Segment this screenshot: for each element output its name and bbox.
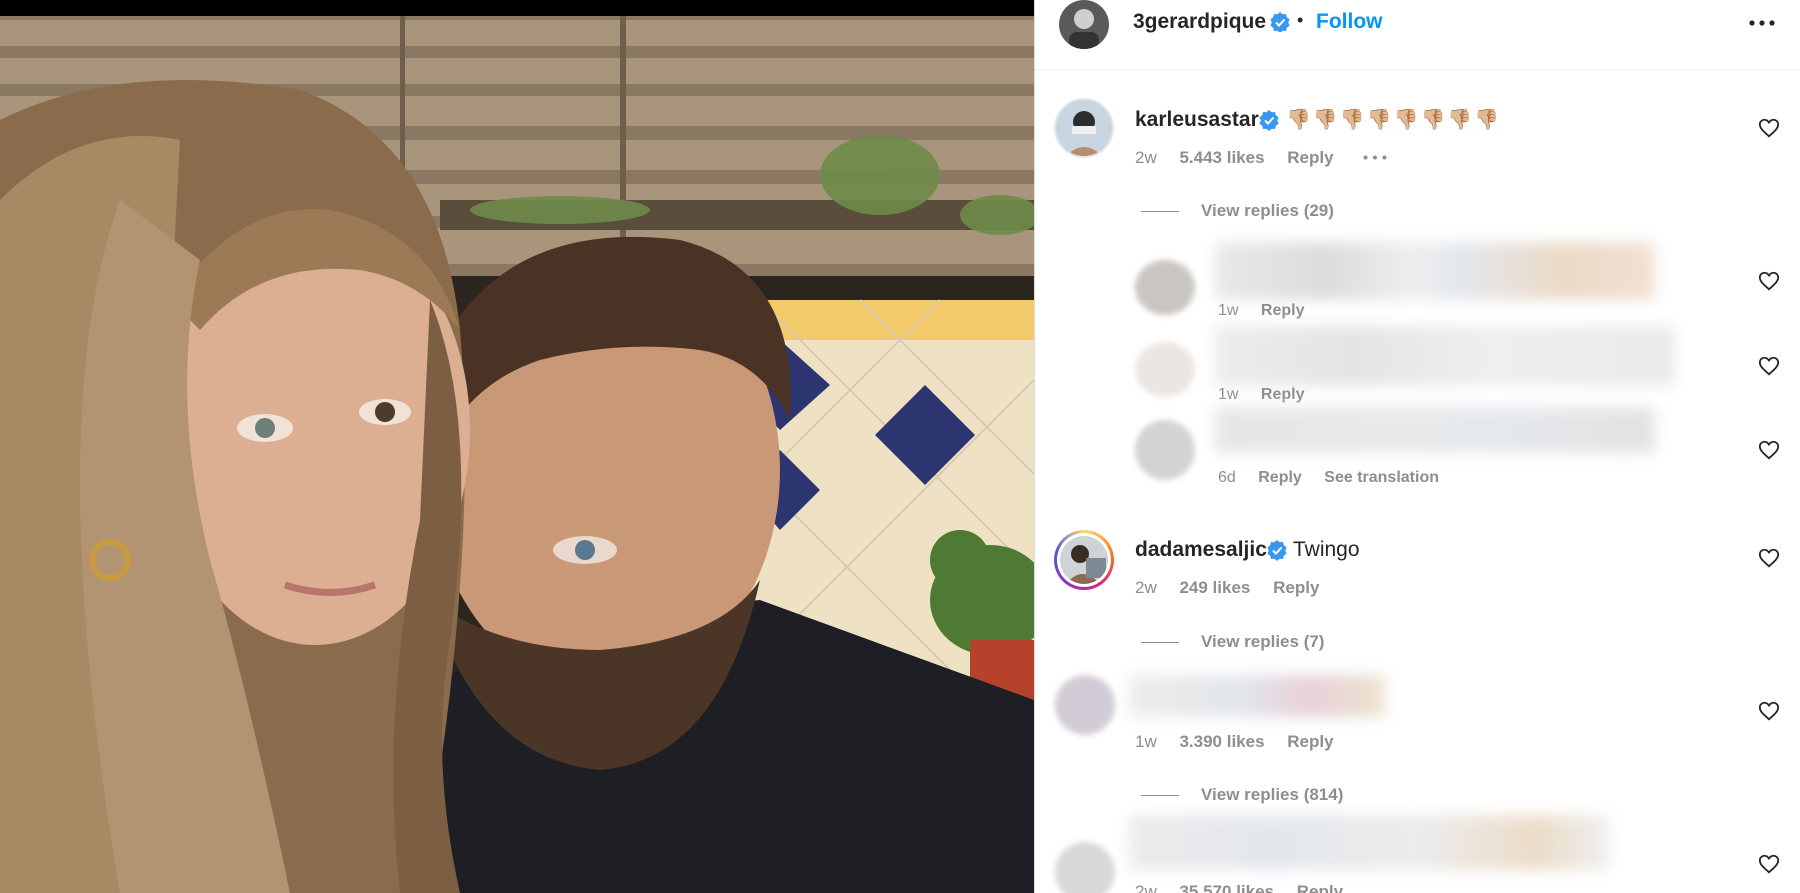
heart-icon[interactable] (1758, 355, 1780, 377)
comment-likes[interactable]: 35.570 likes (1179, 882, 1274, 893)
reply-button[interactable]: Reply (1287, 148, 1333, 167)
view-replies-line (1141, 795, 1179, 797)
reply-avatar[interactable] (1135, 342, 1195, 397)
reply-time[interactable]: 6d (1218, 469, 1236, 486)
comment-text-redacted (1129, 815, 1609, 870)
header-separator: • (1297, 10, 1304, 30)
commenter-avatar[interactable] (1056, 100, 1112, 156)
reply-meta: 1w Reply (1218, 386, 1322, 404)
reply-meta: 6d Reply See translation (1218, 469, 1457, 487)
reply-time[interactable]: 1w (1218, 386, 1238, 403)
post-header: 3gerardpique • Follow (1035, 0, 1800, 70)
reply-text-redacted (1215, 407, 1655, 453)
comment-meta: 1w 3.390 likes Reply (1135, 732, 1352, 752)
comment-meta: 2w 35.570 likes Reply (1135, 882, 1361, 893)
author-username[interactable]: 3gerardpique (1133, 10, 1266, 34)
view-replies-line (1141, 642, 1179, 644)
view-replies-line (1141, 211, 1179, 213)
reply-button[interactable]: Reply (1287, 732, 1333, 751)
post-image (0, 0, 1034, 893)
comment-time[interactable]: 2w (1135, 148, 1157, 167)
see-translation-button[interactable]: See translation (1324, 469, 1439, 486)
comment-time[interactable]: 2w (1135, 882, 1157, 893)
heart-icon[interactable] (1758, 853, 1780, 875)
comment-time[interactable]: 1w (1135, 732, 1157, 751)
reply-meta: 1w Reply (1218, 302, 1322, 320)
comment-likes[interactable]: 249 likes (1179, 578, 1250, 597)
heart-icon[interactable] (1758, 270, 1780, 292)
comment-text-redacted (1129, 675, 1385, 717)
view-replies-button[interactable]: View replies (814) (1141, 785, 1343, 805)
author-avatar[interactable] (1059, 0, 1109, 49)
commenter-avatar-story-ring[interactable] (1054, 530, 1114, 590)
commenter-avatar[interactable] (1055, 842, 1115, 893)
view-replies-button[interactable]: View replies (29) (1141, 201, 1334, 221)
commenter-avatar[interactable] (1055, 675, 1115, 735)
reply-avatar[interactable] (1135, 420, 1195, 480)
photo-top-bar (0, 0, 1034, 16)
comment-likes[interactable]: 5.443 likes (1179, 148, 1264, 167)
reply-time[interactable]: 1w (1218, 302, 1238, 319)
reply-button[interactable]: Reply (1273, 578, 1319, 597)
verified-icon (1267, 540, 1287, 561)
comment-meta: 2w 5.443 likes Reply (1135, 148, 1352, 168)
view-replies-button[interactable]: View replies (7) (1141, 632, 1324, 652)
comments-pane: 3gerardpique • Follow karleusastar 👎🏼👎🏼👎… (1035, 0, 1800, 893)
comment-text: 👎🏼👎🏼👎🏼👎🏼👎🏼👎🏼👎🏼👎🏼 (1286, 109, 1502, 131)
heart-icon[interactable] (1758, 439, 1780, 461)
reply-text-redacted (1215, 242, 1655, 300)
reply-button[interactable]: Reply (1297, 882, 1343, 893)
comment-likes[interactable]: 3.390 likes (1179, 732, 1264, 751)
comment-meta: 2w 249 likes Reply (1135, 578, 1337, 598)
verified-icon (1259, 110, 1279, 131)
comment-username[interactable]: dadamesaljic (1135, 538, 1267, 562)
reply-button[interactable]: Reply (1258, 469, 1302, 486)
comment-time[interactable]: 2w (1135, 578, 1157, 597)
more-horizontal-icon[interactable] (1363, 155, 1387, 160)
verified-icon (1270, 12, 1290, 32)
heart-icon[interactable] (1758, 547, 1780, 569)
reply-button[interactable]: Reply (1261, 386, 1305, 403)
reply-button[interactable]: Reply (1261, 302, 1305, 319)
post-photo-illustration (0, 16, 1034, 893)
follow-button[interactable]: Follow (1316, 10, 1383, 34)
comment-text: Twingo (1293, 538, 1360, 561)
heart-icon[interactable] (1758, 117, 1780, 139)
heart-icon[interactable] (1758, 700, 1780, 722)
more-horizontal-icon[interactable] (1749, 20, 1775, 26)
comment-username[interactable]: karleusastar (1135, 108, 1259, 132)
reply-avatar[interactable] (1135, 260, 1195, 315)
reply-text-redacted (1215, 326, 1675, 386)
